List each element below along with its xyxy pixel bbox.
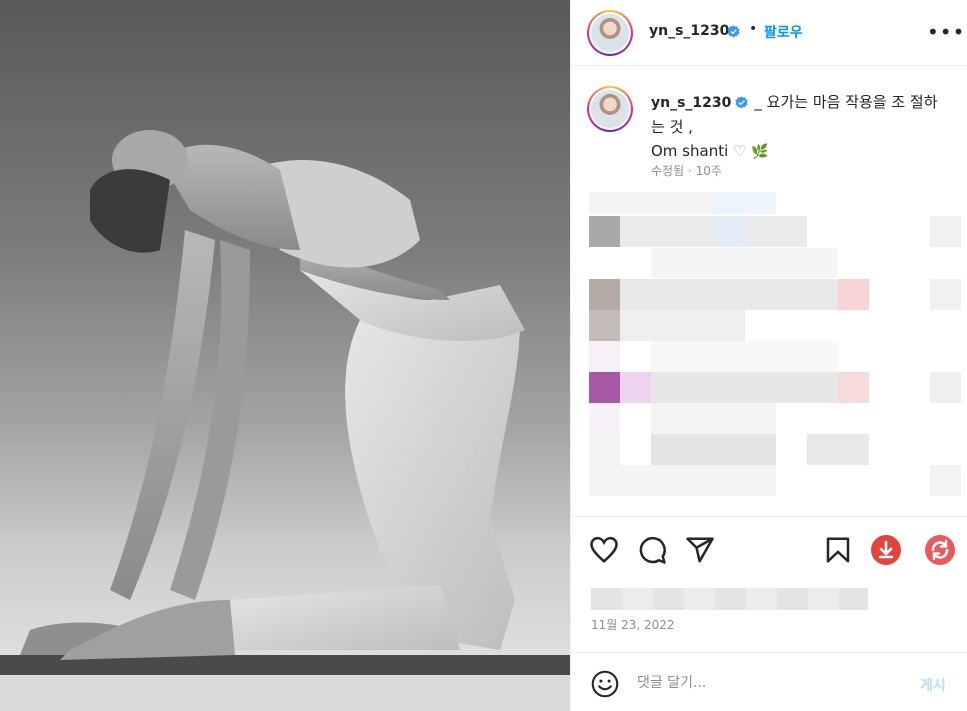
separator-dot: • — [749, 21, 758, 37]
avatar-image — [591, 14, 629, 52]
time-ago[interactable]: 10주 — [696, 164, 722, 178]
comment-input[interactable] — [637, 671, 897, 695]
share-icon[interactable] — [685, 535, 715, 565]
leaf-emoji-icon: 🌿 — [751, 144, 769, 160]
caption-username[interactable]: yn_s_1230 — [651, 95, 731, 111]
separator-dot: · — [687, 164, 692, 178]
action-bar — [571, 516, 967, 582]
caption-avatar[interactable] — [587, 86, 633, 132]
download-icon[interactable] — [870, 534, 902, 566]
heart-icon[interactable] — [589, 535, 619, 565]
emoji-icon[interactable] — [591, 670, 619, 698]
comment-icon[interactable] — [637, 535, 667, 565]
bookmark-icon[interactable] — [823, 535, 853, 565]
post-button[interactable]: 게시 — [920, 675, 946, 695]
follow-button[interactable]: 팔로우 — [764, 22, 803, 42]
heart-emoji-icon: ♡ — [733, 142, 747, 160]
refresh-icon[interactable] — [924, 534, 956, 566]
avatar-image — [591, 90, 629, 128]
caption-line-2: Om shanti — [651, 142, 729, 160]
comment-bar: 게시 — [571, 652, 967, 711]
edited-label: 수정됨 — [651, 164, 685, 178]
yoga-photo-illustration — [0, 130, 570, 711]
verified-badge-icon — [735, 96, 749, 109]
likes-blurred — [591, 588, 868, 610]
comments-blurred — [589, 192, 965, 498]
post-photo[interactable] — [0, 0, 570, 711]
avatar[interactable] — [587, 10, 633, 56]
header-username[interactable]: yn_s_1230 — [649, 23, 729, 39]
post-header: yn_s_1230 • 팔로우 ••• — [571, 0, 967, 66]
caption-meta: 수정됨 · 10주 — [651, 162, 722, 179]
more-options-icon[interactable]: ••• — [927, 20, 965, 44]
post-date[interactable]: 11월 23, 2022 — [591, 616, 675, 633]
post-detail-panel: yn_s_1230 • 팔로우 ••• yn_s_1230 _ 요가는 마음 작… — [570, 0, 967, 711]
caption-text: yn_s_1230 _ 요가는 마음 작용을 조 절하는 것 , Om shan… — [651, 90, 941, 164]
verified-badge-icon — [727, 25, 740, 38]
